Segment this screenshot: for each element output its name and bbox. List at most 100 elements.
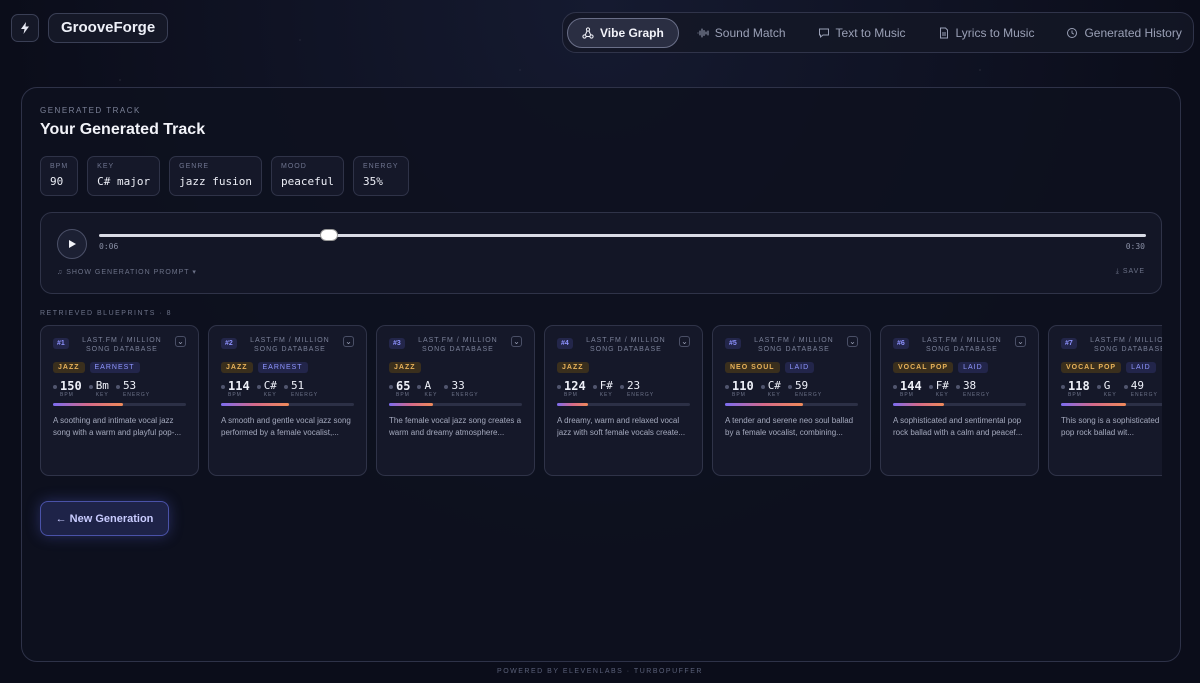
chevron-down-icon[interactable]: ⌄ [343,336,354,347]
generated-track-panel: GENERATED TRACK Your Generated Track BPM… [21,87,1181,662]
slider-thumb[interactable] [320,229,339,241]
rank-badge: #1 [53,338,69,349]
stat-label: GENRE [179,163,210,170]
genre-tag: NEO SOUL [725,362,780,373]
stat-mood: MOOD peaceful [271,156,344,196]
stat-value: 90 [50,175,64,188]
blueprints-scroller[interactable]: #1 LAST.FM / MILLION SONG DATABASE ⌄ JAZZ EA… [40,325,1162,477]
blueprint-card[interactable]: #6 LAST.FM / MILLION SONG DATABASE ⌄ VOCAL … [880,325,1039,476]
key-label: KEY [935,392,949,398]
tab-label: Vibe Graph [600,25,664,40]
play-button[interactable] [57,229,87,259]
source-label: LAST.FM / MILLION SONG DATABASE [922,337,1002,353]
audio-player: 0:06 0:30 ♫ SHOW GENERATION PROMPT ▾ ⤓ S… [40,212,1162,294]
energy-bar-fill [1061,403,1127,406]
stat-label: KEY [97,163,115,170]
dot-icon [221,385,225,389]
energy-label: ENERGY [451,392,479,398]
blueprint-card[interactable]: #4 LAST.FM / MILLION SONG DATABASE ⌄ JAZZ 12… [544,325,703,476]
chevron-down-icon[interactable]: ⌄ [511,336,522,347]
brand-logo[interactable]: GrooveForge [48,13,169,43]
tab-text-to-music[interactable]: Text to Music [804,18,920,48]
save-button[interactable]: ⤓ SAVE [1116,268,1145,276]
chevron-down-icon[interactable]: ⌄ [1015,336,1026,347]
rank-badge: #7 [1061,338,1077,349]
bpm-value: 124 [564,379,586,393]
bolt-button[interactable] [11,14,39,42]
stat-label: MOOD [281,163,307,170]
mood-tag: EARNEST [257,362,308,373]
blueprint-card[interactable]: #5 LAST.FM / MILLION SONG DATABASE ⌄ NEO SO… [712,325,871,476]
rank-badge: #2 [221,338,237,349]
chevron-down-icon[interactable]: ⌄ [175,336,186,347]
dot-icon [53,385,57,389]
energy-bar [221,403,354,406]
dot-icon [787,385,792,389]
key-value: G [1103,379,1111,392]
energy-value: 51 [290,379,305,392]
bpm-value: 144 [900,379,922,393]
key-value: F# [599,379,613,392]
chevron-down-icon[interactable]: ⌄ [679,336,690,347]
new-generation-button[interactable]: ← New Generation [40,501,169,536]
energy-bar-fill [389,403,433,406]
dot-icon [283,385,288,389]
tab-lyrics-to-music[interactable]: Lyrics to Music [924,18,1049,48]
tab-generated-history[interactable]: Generated History [1052,18,1195,48]
dot-icon [592,385,597,389]
bpm-value: 118 [1068,379,1090,393]
dot-icon [389,385,393,389]
chevron-down-icon[interactable]: ⌄ [847,336,858,347]
progress-slider[interactable] [99,229,1146,241]
source-label: LAST.FM / MILLION SONG DATABASE [250,337,330,353]
blueprint-description: This song is a sophisticated relaxing po… [1061,416,1162,437]
stat-energy: ENERGY 35% [353,156,409,196]
rank-badge: #3 [389,338,405,349]
dot-icon [619,385,624,389]
stat-value: jazz fusion [179,175,253,188]
key-value: Bm [95,379,109,392]
stat-key: KEY C# major [87,156,161,196]
tab-vibe-graph[interactable]: Vibe Graph [567,17,679,48]
energy-bar [389,403,522,406]
mood-tag: EARNEST [89,362,140,373]
blueprint-card[interactable]: #7LAST.FM / MILLION SONG DATABASE⌄VOCAL … [1048,325,1162,476]
dot-icon [725,385,729,389]
blueprint-description: A smooth and gentle vocal jazz song perf… [221,416,351,437]
bpm-value: 65 [396,379,411,393]
graph-icon [582,26,594,39]
blueprint-description: A soothing and intimate vocal jazz song … [53,416,182,437]
message-icon [818,28,829,38]
bolt-icon [21,22,29,34]
waveform-icon [697,28,709,37]
energy-value: 49 [1130,379,1144,392]
tab-sound-match[interactable]: Sound Match [683,18,800,48]
blueprint-card[interactable]: #3 LAST.FM / MILLION SONG DATABASE ⌄ JAZZ 65… [376,325,535,476]
mood-tag: LAID [1126,362,1156,373]
blueprint-card[interactable]: #1 LAST.FM / MILLION SONG DATABASE ⌄ JAZZ EA… [40,325,199,476]
energy-value: 59 [794,379,809,392]
tab-label: Sound Match [714,25,786,40]
play-icon [69,240,76,248]
stat-value: peaceful [281,175,334,188]
document-icon [939,27,948,38]
energy-bar-fill [725,403,804,406]
key-label: KEY [767,392,781,398]
footer-credit: POWERED BY ELEVENLABS · TURBOPUFFER [497,668,703,675]
history-icon [1067,27,1078,38]
show-prompt-link[interactable]: ♫ SHOW GENERATION PROMPT ▾ [57,268,197,276]
key-label: KEY [263,392,277,398]
dot-icon [444,385,449,389]
panel-eyebrow: GENERATED TRACK [40,106,141,115]
main-nav: Vibe Graph Sound Match Text to Music Lyrics… [562,12,1194,53]
dot-icon [557,385,561,389]
current-time: 0:06 [99,242,119,251]
tab-label: Text to Music [835,25,906,40]
page-title: Your Generated Track [40,121,206,138]
save-label: SAVE [1122,268,1145,275]
blueprint-card[interactable]: #2 LAST.FM / MILLION SONG DATABASE ⌄ JAZZ EA… [208,325,367,476]
dot-icon [893,385,897,389]
energy-bar [725,403,858,406]
stat-value: C# major [97,175,151,188]
rank-badge: #5 [725,338,741,349]
